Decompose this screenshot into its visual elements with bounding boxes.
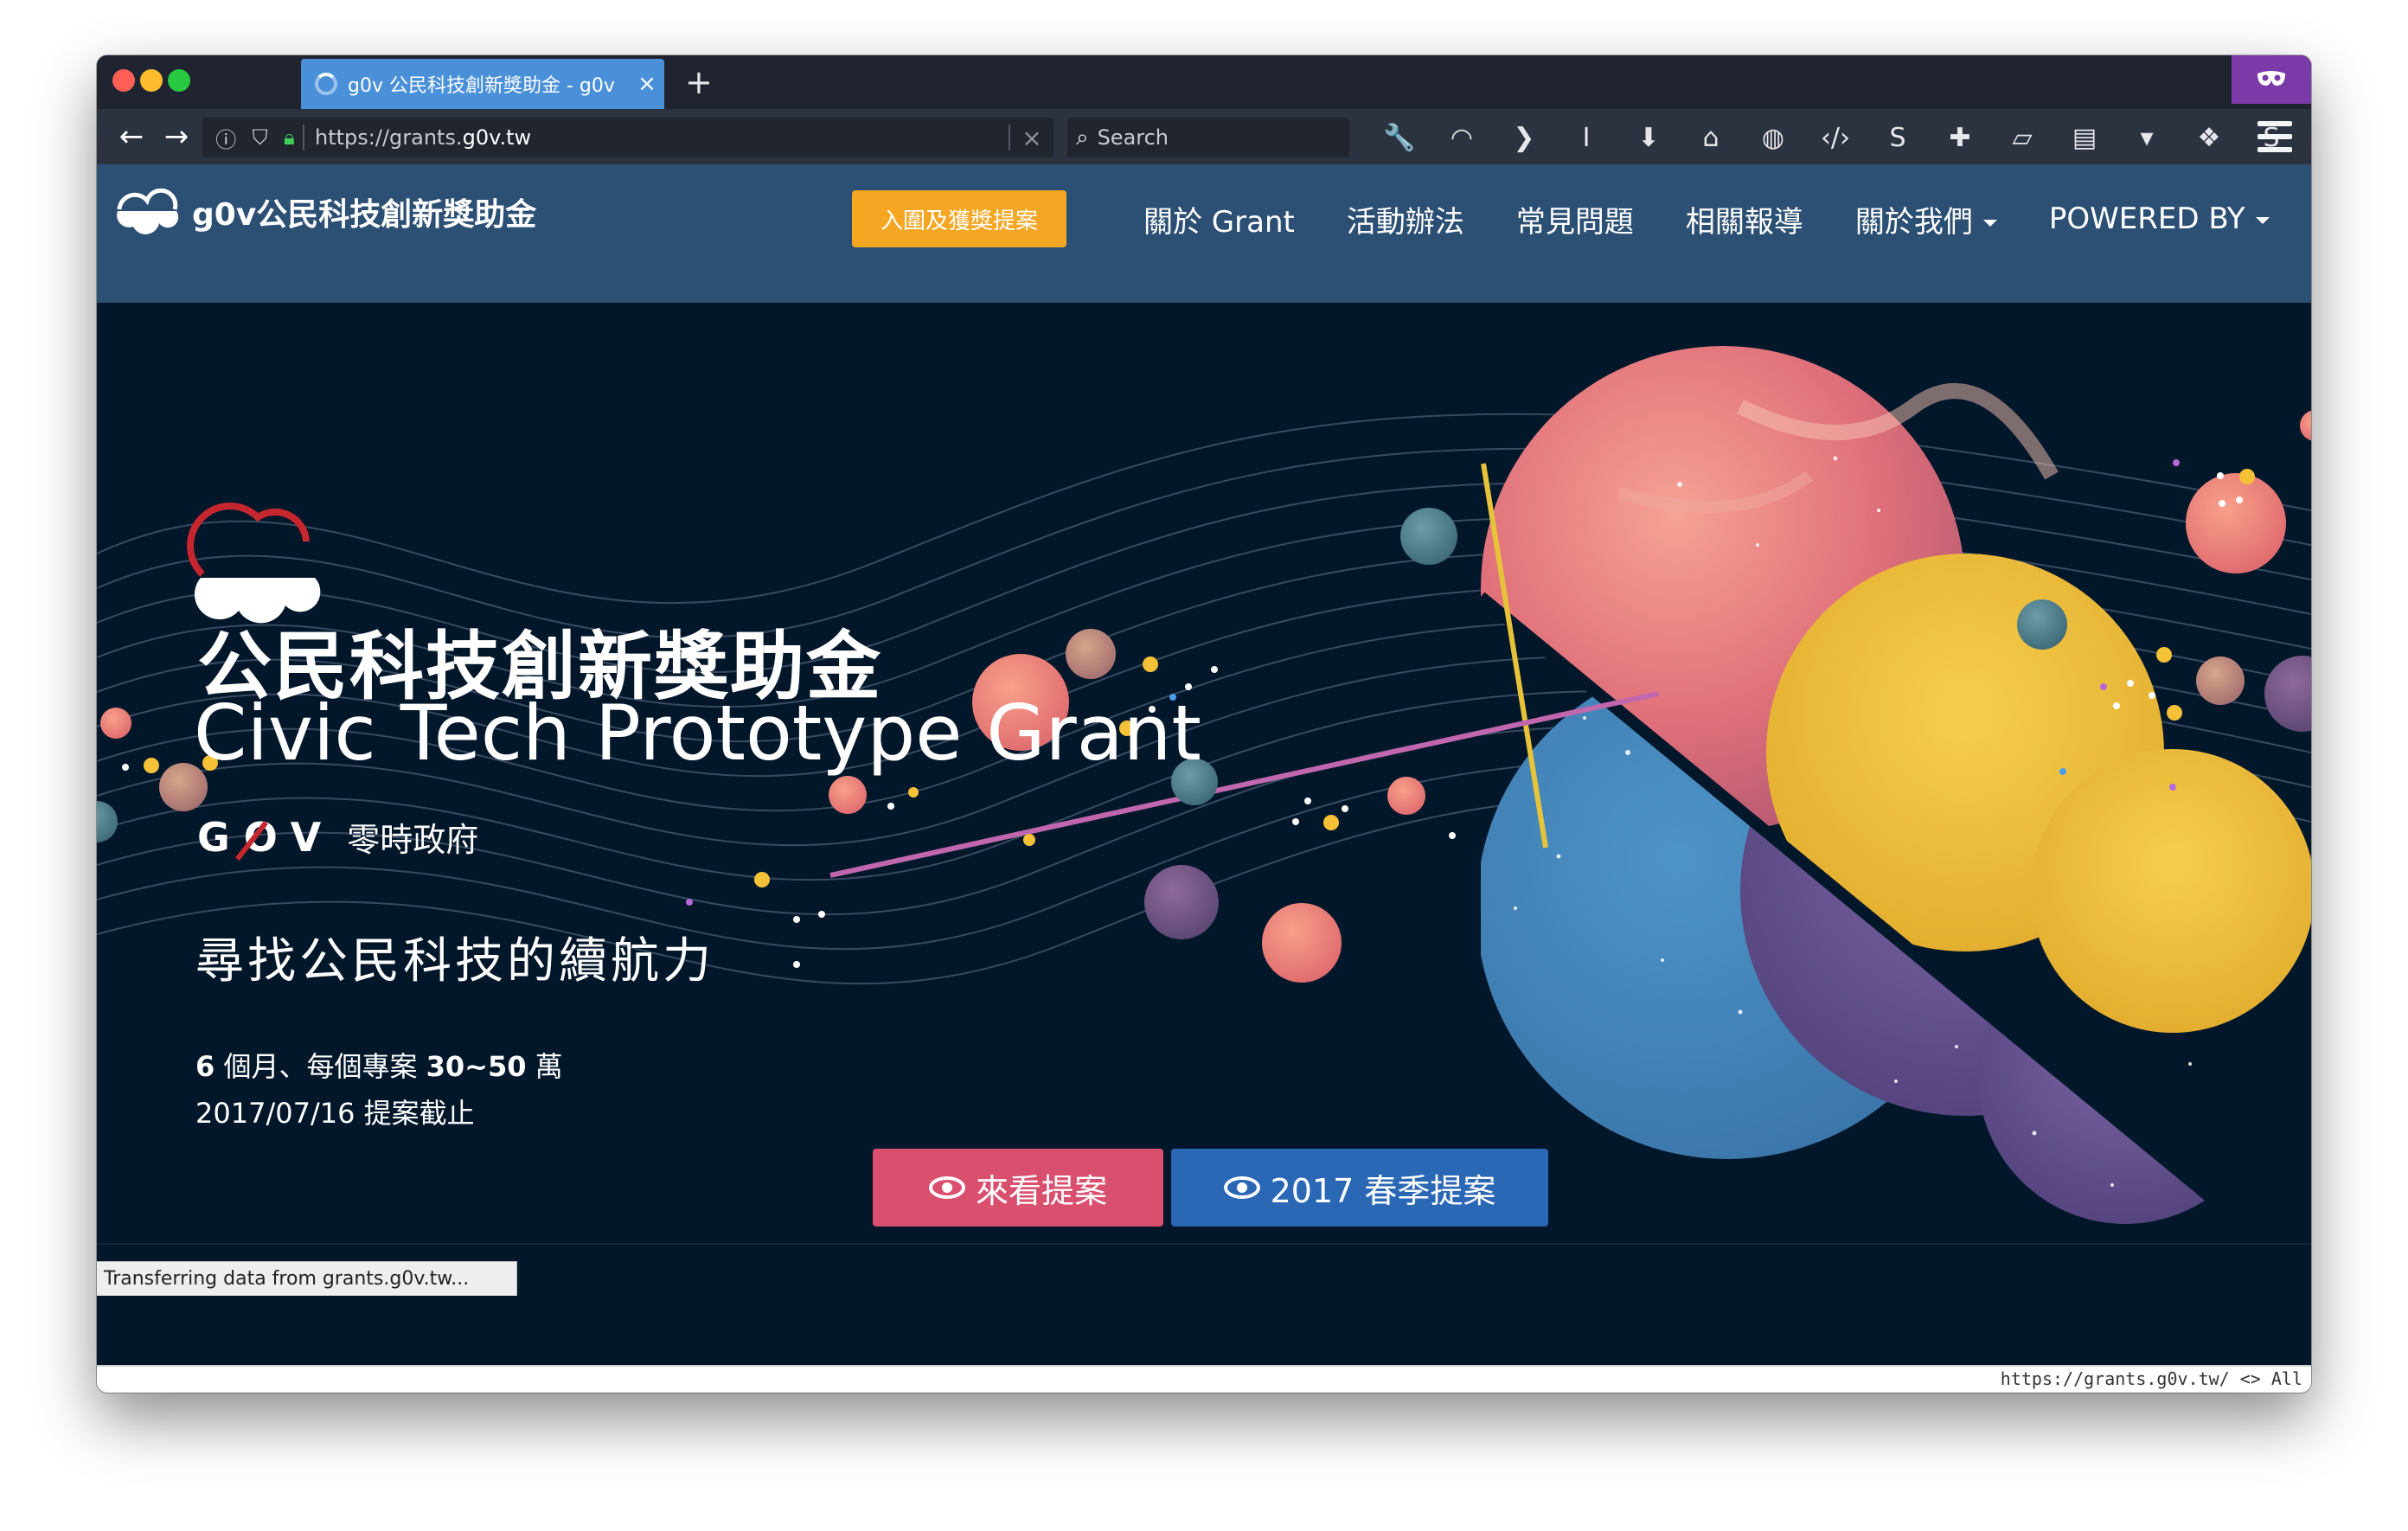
site-logo[interactable]: g0v公民科技創新獎助金 <box>114 189 536 235</box>
spring-proposals-label: 2017 春季提案 <box>1270 1171 1496 1210</box>
grant-terms: 6 個月、每個專案 30~50 萬 <box>195 1050 563 1083</box>
site-nav-label: 常見問題 <box>1515 204 1634 240</box>
hamburger-menu-icon[interactable] <box>2258 121 2292 152</box>
site-nav: 關於 Grant 活動辦法 常見問題 相關報導 關於我們 POWERED BY <box>1118 189 2296 249</box>
site-nav-label: 活動辦法 <box>1346 204 1464 240</box>
spring-2017-proposals-button[interactable]: 2017 春季提案 <box>1171 1149 1548 1227</box>
eye-icon <box>928 1176 965 1199</box>
gov-brand-zh: 零時政府 <box>347 821 479 859</box>
tab-bar: g0v 公民科技創新獎助金 - g0v × + <box>97 55 2311 109</box>
hero-section: 公民科技創新獎助金 Civic Tech Prototype Grant GOV… <box>97 303 2311 1261</box>
site-nav-item-3[interactable]: 相關報導 <box>1660 198 1829 240</box>
tab-close-icon[interactable]: × <box>630 71 664 97</box>
info-icon[interactable]: ⓘ <box>215 123 236 153</box>
status-transfer-text: Transferring data from grants.g0v.tw... <box>97 1261 517 1296</box>
tab-title: g0v 公民科技創新獎助金 - g0v <box>348 75 615 97</box>
tracking-shield-icon[interactable]: ⛉ <box>253 125 268 150</box>
rss-icon[interactable]: ◠ <box>1431 123 1493 153</box>
navigation-toolbar: ← → ⓘ ⛉ 🔒︎ https://grants.g0v.tw × ⌕ Sea… <box>97 109 2311 164</box>
hero-slogan: 尋找公民科技的續航力 <box>195 933 714 990</box>
wrench-icon[interactable]: 🔧 <box>1368 123 1431 153</box>
s-extension-icon[interactable]: S <box>1867 123 1929 153</box>
dropdown-icon[interactable]: ▾ <box>2116 123 2178 153</box>
shield-extension-icon[interactable]: ❖ <box>2178 123 2240 153</box>
site-security-indicators[interactable]: ⓘ ⛉ 🔒︎ <box>202 123 303 153</box>
download-icon[interactable]: ⬇ <box>1617 123 1680 153</box>
site-nav-item-2[interactable]: 常見問題 <box>1490 198 1660 240</box>
close-window-button[interactable] <box>112 69 135 92</box>
code-icon[interactable]: ‹/› <box>1804 123 1867 153</box>
medic-extension-icon[interactable]: ✚ <box>1929 123 1991 153</box>
minimize-window-button[interactable] <box>140 69 163 92</box>
caret-down-icon <box>2255 216 2270 224</box>
pocket-icon[interactable]: ❯ <box>1493 123 1555 153</box>
search-placeholder: Search <box>1097 125 1169 150</box>
search-icon: ⌕ <box>1076 124 1089 151</box>
back-arrow-icon[interactable]: ← <box>112 118 150 156</box>
deadline-text: 2017/07/16 提案截止 <box>195 1097 475 1130</box>
zoom-window-button[interactable] <box>168 69 190 92</box>
ublock-icon[interactable]: ◆ <box>2302 123 2311 153</box>
site-header: g0v公民科技創新獎助金 入圍及獲獎提案 關於 Grant 活動辦法 常見問題 相關報… <box>97 164 2311 303</box>
url-text[interactable]: https://grants.g0v.tw <box>304 125 1009 150</box>
site-nav-item-4[interactable]: 關於我們 <box>1829 198 2023 240</box>
gov-mark-text: GOV <box>197 813 336 861</box>
g0v-cloud-logo-icon <box>117 189 179 234</box>
forward-arrow-icon[interactable]: → <box>157 118 195 156</box>
site-nav-label: 關於我們 <box>1854 204 1973 240</box>
site-brand-title: g0v公民科技創新獎助金 <box>192 197 537 233</box>
eye-icon <box>1223 1176 1260 1199</box>
page-icon[interactable]: ▤ <box>2053 123 2116 153</box>
site-nav-label: POWERED BY <box>2048 202 2245 236</box>
site-nav-item-0[interactable]: 關於 Grant <box>1118 198 1321 240</box>
site-nav-label: 相關報導 <box>1685 204 1803 240</box>
readability-icon[interactable]: I <box>1555 123 1617 153</box>
site-nav-item-1[interactable]: 活動辦法 <box>1321 198 1490 240</box>
toolbar-icons: 🔧◠❯I⬇⌂◍‹/›S✚▱▤▾❖S◆ <box>1368 116 2311 159</box>
url-prefix: https://grants. <box>315 125 463 150</box>
home-icon[interactable]: ⌂ <box>1680 123 1742 153</box>
globe-icon[interactable]: ◍ <box>1742 123 1804 153</box>
caret-down-icon <box>1982 220 1997 227</box>
private-mask-icon[interactable] <box>2232 55 2311 104</box>
browser-tab-active[interactable]: g0v 公民科技創新獎助金 - g0v × <box>301 59 664 109</box>
search-input[interactable]: ⌕ Search <box>1067 118 1349 157</box>
clear-url-icon[interactable]: × <box>1010 124 1054 152</box>
hero-title-en: Civic Tech Prototype Grant <box>194 689 1201 778</box>
lock-icon[interactable]: 🔒︎ <box>284 125 295 150</box>
url-host: g0v.tw <box>462 125 532 150</box>
notepad-icon[interactable]: ▱ <box>1991 123 2053 153</box>
bottom-status-url: https://grants.g0v.tw/ <> All <box>2000 1368 2302 1389</box>
bottom-status-bar: https://grants.g0v.tw/ <> All <box>97 1365 2311 1393</box>
view-proposals-button[interactable]: 來看提案 <box>873 1149 1163 1227</box>
address-bar[interactable]: ⓘ ⛉ 🔒︎ https://grants.g0v.tw × <box>202 118 1054 157</box>
view-proposals-label: 來看提案 <box>975 1171 1107 1210</box>
finalists-cta-button[interactable]: 入圍及獲獎提案 <box>852 190 1066 247</box>
new-tab-button[interactable]: + <box>685 62 713 102</box>
site-nav-item-5[interactable]: POWERED BY <box>2023 202 2296 236</box>
browser-window: g0v 公民科技創新獎助金 - g0v × + ← → ⓘ ⛉ 🔒︎ https… <box>97 55 2311 1393</box>
gov-brand: GOV 零時政府 <box>197 813 478 861</box>
loading-spinner-icon <box>315 73 337 95</box>
site-nav-label: 關於 Grant <box>1143 204 1295 240</box>
